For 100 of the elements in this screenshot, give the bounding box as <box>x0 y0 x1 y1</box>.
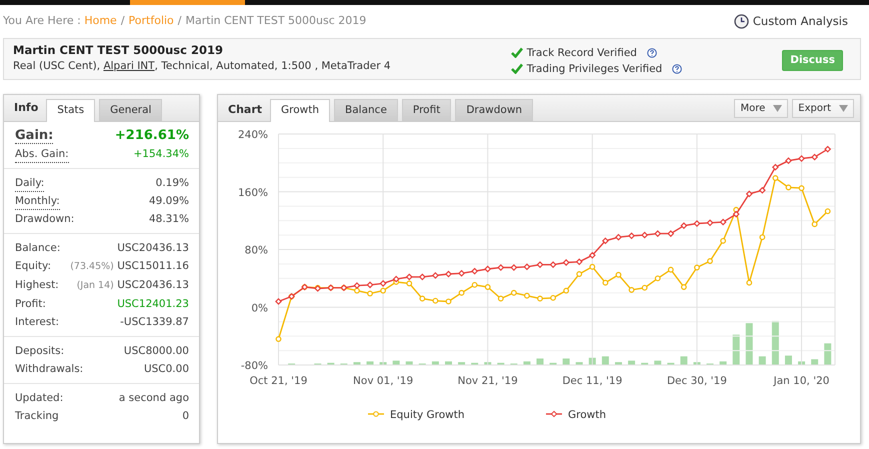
point <box>445 270 452 278</box>
tab[interactable]: Profit <box>402 99 452 121</box>
panel-title: Info <box>14 100 38 116</box>
stat-value: 49.09% <box>148 195 189 207</box>
point <box>562 259 570 266</box>
stat-label: Gain: <box>15 128 54 144</box>
point <box>366 282 374 288</box>
point <box>276 336 282 342</box>
point <box>446 298 452 304</box>
point <box>550 294 556 301</box>
point <box>275 298 282 305</box>
stat-value: USC20436.13 <box>117 279 189 291</box>
point <box>432 272 439 279</box>
point <box>772 164 779 170</box>
point <box>654 275 661 282</box>
stat-label: Highest: <box>15 278 59 293</box>
stat-label: Daily: <box>15 176 44 192</box>
tab[interactable]: Stats <box>46 99 96 122</box>
y-axis-label: -80% <box>240 360 268 372</box>
point <box>354 288 360 294</box>
tab[interactable]: General <box>99 99 162 121</box>
y-axis-label: 240% <box>238 129 268 141</box>
point <box>746 280 752 286</box>
stat-value: USC8000.00 <box>124 345 189 357</box>
point <box>720 218 726 226</box>
clock-icon <box>734 14 749 29</box>
verification-label: Track Record Verified <box>526 46 637 60</box>
point <box>641 232 648 238</box>
broker-link[interactable]: Alpari INT <box>103 60 155 72</box>
point <box>694 220 700 227</box>
stat-value: 48.31% <box>148 213 189 225</box>
tab[interactable]: Growth <box>270 99 330 122</box>
dropdown-button[interactable]: Export <box>792 98 854 118</box>
stat-note: (Jan 14) <box>76 280 114 291</box>
x-axis-label: Nov 01, '19 <box>353 375 414 387</box>
stat-label: Abs. Gain: <box>15 147 69 163</box>
point <box>498 296 504 302</box>
point <box>654 230 661 237</box>
point <box>419 296 426 302</box>
point <box>576 271 582 277</box>
legend-marker <box>546 410 562 418</box>
point <box>392 276 400 282</box>
help-icon[interactable] <box>646 48 657 58</box>
point <box>798 185 804 192</box>
point <box>510 290 517 296</box>
legend-label[interactable]: Growth <box>568 409 606 421</box>
point <box>759 187 766 194</box>
tab[interactable]: Drawdown <box>455 99 534 121</box>
point <box>367 290 373 296</box>
point <box>550 261 556 268</box>
point <box>642 284 648 291</box>
point <box>406 274 412 280</box>
point <box>589 264 596 270</box>
point <box>680 284 687 290</box>
point <box>668 230 674 237</box>
point <box>576 258 582 265</box>
point <box>759 234 766 240</box>
point <box>537 296 543 302</box>
point <box>786 184 792 190</box>
point <box>668 266 674 273</box>
stat-label: Updated: <box>15 391 64 406</box>
point <box>524 292 530 299</box>
point <box>406 280 412 286</box>
stat-label: Equity: <box>15 259 51 274</box>
stat-value: 0 <box>182 410 189 422</box>
point <box>471 268 478 274</box>
point <box>563 288 570 294</box>
stat-value: USC15011.16 <box>117 260 189 272</box>
breadcrumb-label: You Are Here : <box>3 14 82 28</box>
stat-label: Profit: <box>15 297 46 312</box>
caret-icon <box>773 104 782 112</box>
breadcrumb-current: Martin CENT TEST 5000usc 2019 <box>186 14 366 28</box>
y-axis-label: 80% <box>244 244 268 256</box>
point <box>720 238 726 244</box>
point <box>380 288 386 294</box>
x-axis-label: Dec 30, '19 <box>666 375 727 387</box>
point <box>798 155 805 162</box>
custom-analysis-link[interactable]: Custom Analysis <box>752 12 848 30</box>
y-axis-label: 0% <box>251 302 268 314</box>
x-axis-label: Oct 21, '19 <box>250 375 308 387</box>
point <box>615 234 622 240</box>
breadcrumb-separator: / <box>120 14 125 28</box>
x-axis-label: Jan 10, '20 <box>774 375 830 387</box>
point <box>812 221 818 228</box>
point <box>824 208 831 214</box>
help-icon[interactable] <box>672 64 682 74</box>
breadcrumb-separator: / <box>178 14 182 28</box>
tab[interactable]: Balance <box>334 99 398 121</box>
stat-label: Deposits: <box>15 344 64 359</box>
stat-label: Balance: <box>15 241 60 256</box>
x-axis-label: Nov 21, '19 <box>458 375 518 387</box>
point <box>524 264 530 270</box>
point <box>616 272 622 278</box>
stat-value: USC0.00 <box>144 363 189 375</box>
point <box>419 274 426 280</box>
stat-value: -USC1339.87 <box>120 316 189 328</box>
legend-label[interactable]: Equity Growth <box>390 409 465 421</box>
dropdown-button[interactable]: More <box>734 98 788 118</box>
point <box>458 290 464 296</box>
stat-label: Tracking <box>15 409 59 424</box>
